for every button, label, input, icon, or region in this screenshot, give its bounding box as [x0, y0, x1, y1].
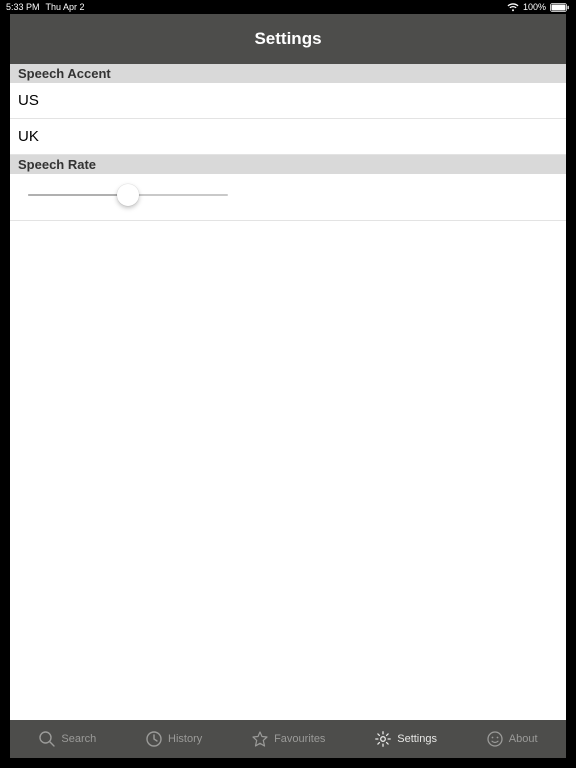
content-area: Speech Accent US UK Speech Rate: [10, 64, 566, 720]
status-left: 5:33 PM Thu Apr 2: [6, 2, 85, 12]
speech-rate-slider[interactable]: [28, 184, 228, 206]
battery-icon: [550, 3, 570, 12]
clock-icon: [145, 730, 163, 748]
tab-about[interactable]: About: [486, 730, 538, 748]
wifi-icon: [507, 3, 519, 12]
status-bar: 5:33 PM Thu Apr 2 100%: [0, 0, 576, 14]
tab-label: Settings: [397, 733, 437, 745]
star-icon: [251, 730, 269, 748]
tab-label: About: [509, 733, 538, 745]
page-title: Settings: [254, 29, 321, 49]
search-icon: [38, 730, 56, 748]
nav-bar: Settings: [10, 14, 566, 64]
speech-rate-row: [10, 174, 566, 221]
tab-label: Search: [61, 733, 96, 745]
status-right: 100%: [507, 2, 570, 12]
tab-settings[interactable]: Settings: [374, 730, 437, 748]
accent-option-us[interactable]: US: [10, 83, 566, 119]
tab-search[interactable]: Search: [38, 730, 96, 748]
device-frame: 5:33 PM Thu Apr 2 100% Settings Speech A…: [0, 0, 576, 768]
tab-bar: Search History Favourites Settings: [10, 720, 566, 758]
status-time: 5:33 PM: [6, 2, 40, 12]
slider-thumb[interactable]: [117, 184, 139, 206]
status-date: Thu Apr 2: [46, 2, 85, 12]
tab-label: History: [168, 733, 202, 745]
face-icon: [486, 730, 504, 748]
status-battery-percent: 100%: [523, 2, 546, 12]
accent-option-uk[interactable]: UK: [10, 119, 566, 155]
section-header-rate: Speech Rate: [10, 155, 566, 174]
tab-favourites[interactable]: Favourites: [251, 730, 325, 748]
tab-history[interactable]: History: [145, 730, 202, 748]
tab-label: Favourites: [274, 733, 325, 745]
app-window: Settings Speech Accent US UK Speech Rate: [10, 14, 566, 758]
section-header-accent: Speech Accent: [10, 64, 566, 83]
gear-icon: [374, 730, 392, 748]
slider-fill: [28, 194, 128, 196]
